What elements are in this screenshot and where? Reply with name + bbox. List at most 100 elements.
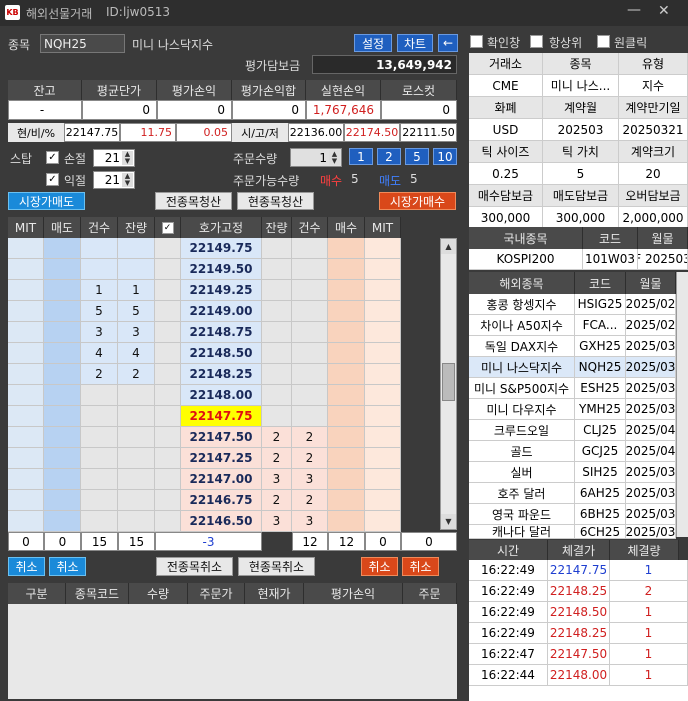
- overseas-row-cell[interactable]: 독일 DAX지수: [469, 336, 575, 357]
- overseas-row-cell[interactable]: ESH25: [575, 378, 626, 399]
- qty-10-button[interactable]: 10: [433, 148, 457, 165]
- price-cell[interactable]: 22147.00: [181, 469, 262, 490]
- overseas-row-cell[interactable]: 2025/04: [626, 420, 676, 441]
- minimize-icon[interactable]: —: [627, 2, 641, 18]
- overseas-row-cell[interactable]: 2025/04: [626, 441, 676, 462]
- scroll-up-icon[interactable]: ▲: [441, 239, 456, 254]
- sell-mit-cell[interactable]: [8, 469, 44, 490]
- select-cell[interactable]: [155, 427, 181, 448]
- overseas-row-cell[interactable]: 6AH25: [575, 483, 626, 504]
- cancel-all-button[interactable]: 전종목취소: [156, 557, 233, 576]
- select-cell[interactable]: [155, 511, 181, 532]
- oneclick-checkbox[interactable]: [597, 35, 610, 48]
- overseas-row-cell[interactable]: 2025/03: [626, 378, 676, 399]
- sell-mit-cell[interactable]: [8, 511, 44, 532]
- buy-mit-cell[interactable]: [365, 259, 401, 280]
- scroll-down-icon[interactable]: ▼: [441, 514, 456, 529]
- settings-button[interactable]: 설정: [354, 34, 392, 52]
- qty-2-button[interactable]: 2: [377, 148, 401, 165]
- stepper-arrows-icon[interactable]: ▲ ▼: [329, 150, 340, 165]
- price-cell[interactable]: 22147.50: [181, 427, 262, 448]
- overseas-row-cell[interactable]: 2025/02: [626, 294, 676, 315]
- overseas-row-cell[interactable]: 2025/02: [626, 315, 676, 336]
- select-cell[interactable]: [155, 490, 181, 511]
- overseas-row-cell[interactable]: YMH25: [575, 399, 626, 420]
- overseas-row-cell[interactable]: 2025/03: [626, 525, 676, 539]
- overseas-row-cell[interactable]: FCA...: [575, 315, 626, 336]
- stop-loss-stepper[interactable]: 21 ▲ ▼: [93, 149, 135, 167]
- scroll-thumb[interactable]: [442, 363, 455, 401]
- select-cell[interactable]: [155, 448, 181, 469]
- close-all-button[interactable]: 전종목청산: [155, 192, 232, 210]
- price-cell[interactable]: 22149.50: [181, 259, 262, 280]
- buy-order-cell[interactable]: [328, 259, 365, 280]
- qty-1-button[interactable]: 1: [349, 148, 373, 165]
- buy-order-cell[interactable]: [328, 385, 365, 406]
- sell-order-cell[interactable]: [44, 385, 81, 406]
- overseas-row-cell[interactable]: 미니 다우지수: [469, 399, 575, 420]
- sell-order-cell[interactable]: [44, 469, 81, 490]
- buy-mit-cell[interactable]: [365, 427, 401, 448]
- price-cell[interactable]: 22147.25: [181, 448, 262, 469]
- overseas-row-cell[interactable]: 실버: [469, 462, 575, 483]
- buy-mit-cell[interactable]: [365, 448, 401, 469]
- domestic-value[interactable]: KOSPI200: [469, 249, 583, 270]
- select-cell[interactable]: [155, 280, 181, 301]
- cancel-sell-mit-button[interactable]: 취소: [49, 557, 86, 576]
- qty-5-button[interactable]: 5: [405, 148, 429, 165]
- take-profit-stepper[interactable]: 21 ▲ ▼: [93, 171, 135, 189]
- stop-loss-checkbox[interactable]: ✓: [46, 151, 59, 164]
- buy-order-cell[interactable]: [328, 427, 365, 448]
- select-cell[interactable]: [155, 301, 181, 322]
- chart-button[interactable]: 차트: [397, 34, 433, 52]
- domestic-value[interactable]: 101W03: [583, 249, 638, 270]
- overseas-row-cell[interactable]: 2025/03: [626, 336, 676, 357]
- overseas-row-cell[interactable]: 호주 달러: [469, 483, 575, 504]
- price-cell[interactable]: 22146.75: [181, 490, 262, 511]
- price-cell[interactable]: 22149.00: [181, 301, 262, 322]
- buy-order-cell[interactable]: [328, 322, 365, 343]
- select-cell[interactable]: [155, 343, 181, 364]
- confirm-checkbox[interactable]: [470, 35, 483, 48]
- buy-mit-cell[interactable]: [365, 343, 401, 364]
- sell-mit-cell[interactable]: [8, 238, 44, 259]
- select-cell[interactable]: [155, 385, 181, 406]
- sell-order-cell[interactable]: [44, 427, 81, 448]
- overseas-row-cell[interactable]: 홍콩 항셍지수: [469, 294, 575, 315]
- buy-order-cell[interactable]: [328, 490, 365, 511]
- sell-mit-cell[interactable]: [8, 427, 44, 448]
- close-current-button[interactable]: 현종목청산: [237, 192, 314, 210]
- ladder-select-all-checkbox[interactable]: ✓: [161, 221, 174, 234]
- sell-mit-cell[interactable]: [8, 301, 44, 322]
- order-qty-stepper[interactable]: 1 ▲ ▼: [290, 148, 342, 167]
- sell-mit-cell[interactable]: [8, 364, 44, 385]
- buy-mit-cell[interactable]: [365, 385, 401, 406]
- overseas-row-cell[interactable]: 차이나 A50지수: [469, 315, 575, 336]
- price-cell[interactable]: 22149.75: [181, 238, 262, 259]
- back-button[interactable]: ←: [438, 34, 458, 52]
- overseas-row-cell[interactable]: HSIG25: [575, 294, 626, 315]
- sell-order-cell[interactable]: [44, 238, 81, 259]
- sell-order-cell[interactable]: [44, 322, 81, 343]
- product-code-input[interactable]: NQH25: [40, 34, 125, 53]
- buy-mit-cell[interactable]: [365, 406, 401, 427]
- overseas-row-cell[interactable]: 캐나다 달러: [469, 525, 575, 539]
- sell-order-cell[interactable]: [44, 406, 81, 427]
- overseas-row-cell[interactable]: NQH25: [575, 357, 626, 378]
- sell-order-cell[interactable]: [44, 301, 81, 322]
- market-buy-button[interactable]: 시장가매수: [379, 192, 456, 210]
- select-cell[interactable]: [155, 364, 181, 385]
- buy-mit-cell[interactable]: [365, 301, 401, 322]
- overseas-row-cell[interactable]: 2025/03: [626, 399, 676, 420]
- sell-mit-cell[interactable]: [8, 490, 44, 511]
- buy-order-cell[interactable]: [328, 469, 365, 490]
- sell-mit-cell[interactable]: [8, 406, 44, 427]
- stepper-arrows-icon[interactable]: ▲ ▼: [122, 151, 133, 165]
- sell-mit-cell[interactable]: [8, 322, 44, 343]
- overseas-row-cell[interactable]: 6BH25: [575, 504, 626, 525]
- overseas-row-cell[interactable]: CLJ25: [575, 420, 626, 441]
- cancel-buy-button[interactable]: 취소: [361, 557, 398, 576]
- overseas-row-cell[interactable]: 2025/03: [626, 504, 676, 525]
- buy-mit-cell[interactable]: [365, 490, 401, 511]
- overseas-row-cell[interactable]: 6CH25: [575, 525, 626, 539]
